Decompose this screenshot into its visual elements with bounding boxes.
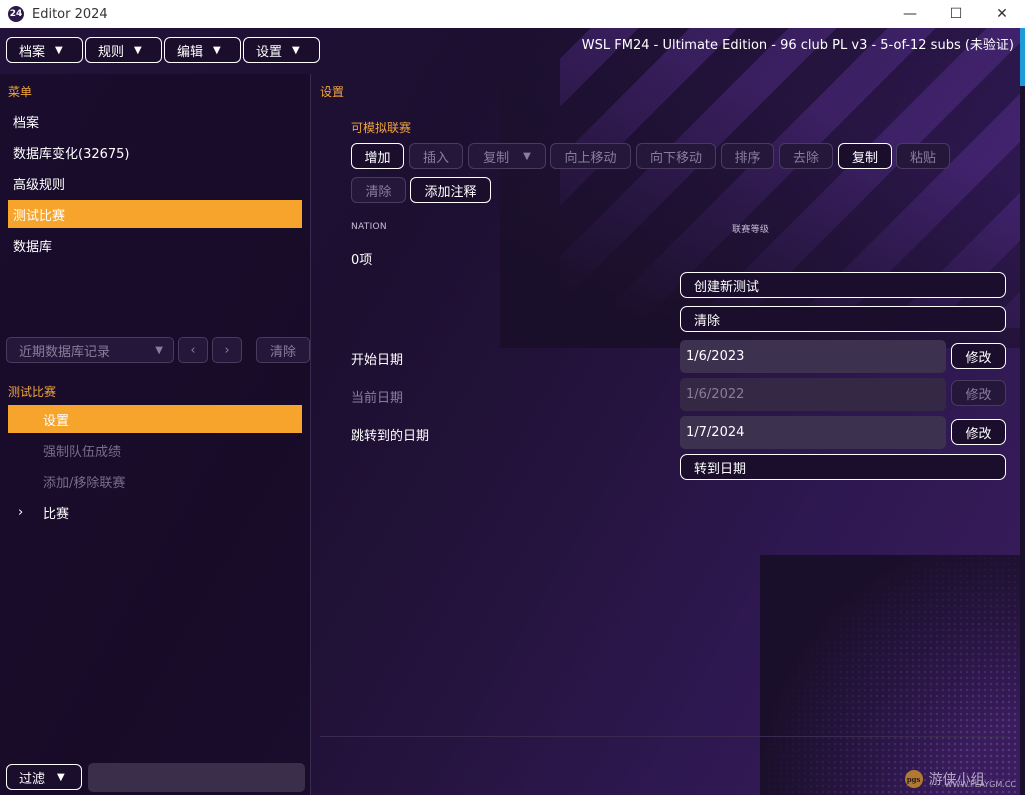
menu-label: 设置 [256, 44, 283, 60]
history-back-button[interactable]: ‹ [178, 337, 208, 363]
menu-file[interactable]: 档案 ▼ [6, 37, 83, 63]
modify-current-date-button[interactable]: 修改 [951, 380, 1006, 406]
close-button[interactable]: ✕ [979, 0, 1025, 28]
current-date-label: 当前日期 [351, 391, 404, 406]
filter-input[interactable] [88, 763, 305, 792]
sub-item-label: 比赛 [43, 506, 70, 522]
clear-list-button[interactable]: 清除 [351, 177, 406, 203]
sub-item-label: 添加/移除联赛 [43, 475, 126, 491]
test-match-section-title: 测试比赛 [8, 385, 57, 399]
sub-item-force-team-results[interactable]: 强制队伍成绩 [8, 436, 302, 464]
create-new-test-button[interactable]: 创建新测试 [680, 272, 1006, 298]
chevron-down-icon: ▼ [292, 44, 300, 56]
copy-dropdown-label: 复制 [483, 150, 510, 166]
chevron-down-icon: ▼ [134, 44, 142, 56]
chevron-down-icon: ▼ [57, 771, 65, 783]
menu-section-title: 菜单 [8, 85, 33, 99]
sort-button[interactable]: 排序 [721, 143, 774, 169]
sub-item-add-remove-leagues[interactable]: 添加/移除联赛 [8, 467, 302, 495]
menu-label: 编辑 [177, 44, 204, 60]
watermark-logo: pgs [904, 770, 923, 788]
jump-date-field: 1/7/2024 [680, 416, 946, 449]
recent-database-select[interactable]: 近期数据库记录 ▼ [6, 337, 174, 363]
editor-app: 档案 ▼ 规则 ▼ 编辑 ▼ 设置 ▼ WSL FM24 - Ultimate Edit… [0, 28, 1020, 795]
filter-label: 过滤 [19, 771, 46, 787]
sub-item-settings[interactable]: 设置 [8, 405, 302, 433]
watermark-site: WWW.PLAYGM.CC [944, 779, 1016, 789]
menu-label: 档案 [19, 44, 46, 60]
history-clear-button[interactable]: 清除 [256, 337, 310, 363]
clear-test-button[interactable]: 清除 [680, 306, 1006, 332]
window-titlebar: 24 Editor 2024 — ☐ ✕ [0, 0, 1025, 28]
history-row: 近期数据库记录 ▼ ‹ › 清除 [6, 337, 310, 363]
menu-bar: 档案 ▼ 规则 ▼ 编辑 ▼ 设置 ▼ [6, 37, 320, 63]
left-panel: 菜单 档案 数据库变化(32675) 高级规则 测试比赛 数据库 近期数据库记录… [0, 74, 311, 795]
menu-settings[interactable]: 设置 ▼ [243, 37, 320, 63]
chevron-right-icon: › [18, 504, 24, 520]
sub-item-label: 设置 [43, 413, 70, 429]
jump-date-label: 跳转到的日期 [351, 429, 430, 444]
chevron-down-icon: ▼ [155, 344, 163, 356]
column-header-league-level[interactable]: 联赛等级 [732, 222, 769, 235]
move-up-button[interactable]: 向上移动 [550, 143, 631, 169]
add-button[interactable]: 增加 [351, 143, 404, 169]
app-icon: 24 [8, 6, 24, 22]
database-caption: WSL FM24 - Ultimate Edition - 96 club PL… [581, 38, 1014, 53]
chevron-down-icon: ▼ [523, 150, 531, 162]
start-date-field: 1/6/2023 [680, 340, 946, 373]
goto-date-button[interactable]: 转到日期 [680, 454, 1006, 480]
item-count: 0项 [351, 253, 373, 268]
simulated-leagues-title: 可模拟联赛 [351, 121, 412, 135]
sub-item-label: 强制队伍成绩 [43, 444, 122, 460]
filter-button[interactable]: 过滤 ▼ [6, 764, 82, 790]
main-panel: 设置 可模拟联赛 增加 插入 复制 ▼ 向上移动 向下移动 排序 去除 复制 粘贴… [312, 74, 1020, 795]
chevron-right-icon: › [224, 342, 230, 358]
column-header-nation[interactable]: NATION [351, 222, 387, 232]
recent-database-placeholder: 近期数据库记录 [19, 344, 111, 360]
window-edge [1020, 28, 1025, 86]
modify-jump-date-button[interactable]: 修改 [951, 419, 1006, 445]
paste-button[interactable]: 粘贴 [896, 143, 950, 169]
watermark: pgs 游侠小组 WWW.PLAYGM.CC [904, 769, 1016, 789]
nav-item-file[interactable]: 档案 [8, 107, 302, 135]
move-down-button[interactable]: 向下移动 [636, 143, 716, 169]
chevron-down-icon: ▼ [213, 44, 221, 56]
remove-button[interactable]: 去除 [779, 143, 833, 169]
divider [320, 736, 1010, 737]
start-date-label: 开始日期 [351, 353, 404, 368]
chevron-left-icon: ‹ [190, 342, 196, 358]
maximize-button[interactable]: ☐ [933, 0, 979, 28]
nav-item-database-changes[interactable]: 数据库变化(32675) [8, 138, 302, 166]
menu-edit[interactable]: 编辑 ▼ [164, 37, 241, 63]
nav-item-database[interactable]: 数据库 [8, 231, 302, 259]
menu-rules[interactable]: 规则 ▼ [85, 37, 162, 63]
copy-button[interactable]: 复制 [838, 143, 892, 169]
menu-label: 规则 [98, 44, 125, 60]
nav-item-test-match[interactable]: 测试比赛 [8, 200, 302, 228]
copy-dropdown-button[interactable]: 复制 ▼ [468, 143, 546, 169]
window-title: Editor 2024 [32, 6, 108, 22]
nav-item-advanced-rules[interactable]: 高级规则 [8, 169, 302, 197]
history-forward-button[interactable]: › [212, 337, 242, 363]
minimize-button[interactable]: — [887, 0, 933, 28]
sub-item-matches[interactable]: › 比赛 [8, 498, 302, 526]
chevron-down-icon: ▼ [55, 44, 63, 56]
page-title: 设置 [320, 85, 345, 99]
add-note-button[interactable]: 添加注释 [410, 177, 491, 203]
insert-button[interactable]: 插入 [409, 143, 463, 169]
modify-start-date-button[interactable]: 修改 [951, 343, 1006, 369]
current-date-field: 1/6/2022 [680, 378, 946, 411]
